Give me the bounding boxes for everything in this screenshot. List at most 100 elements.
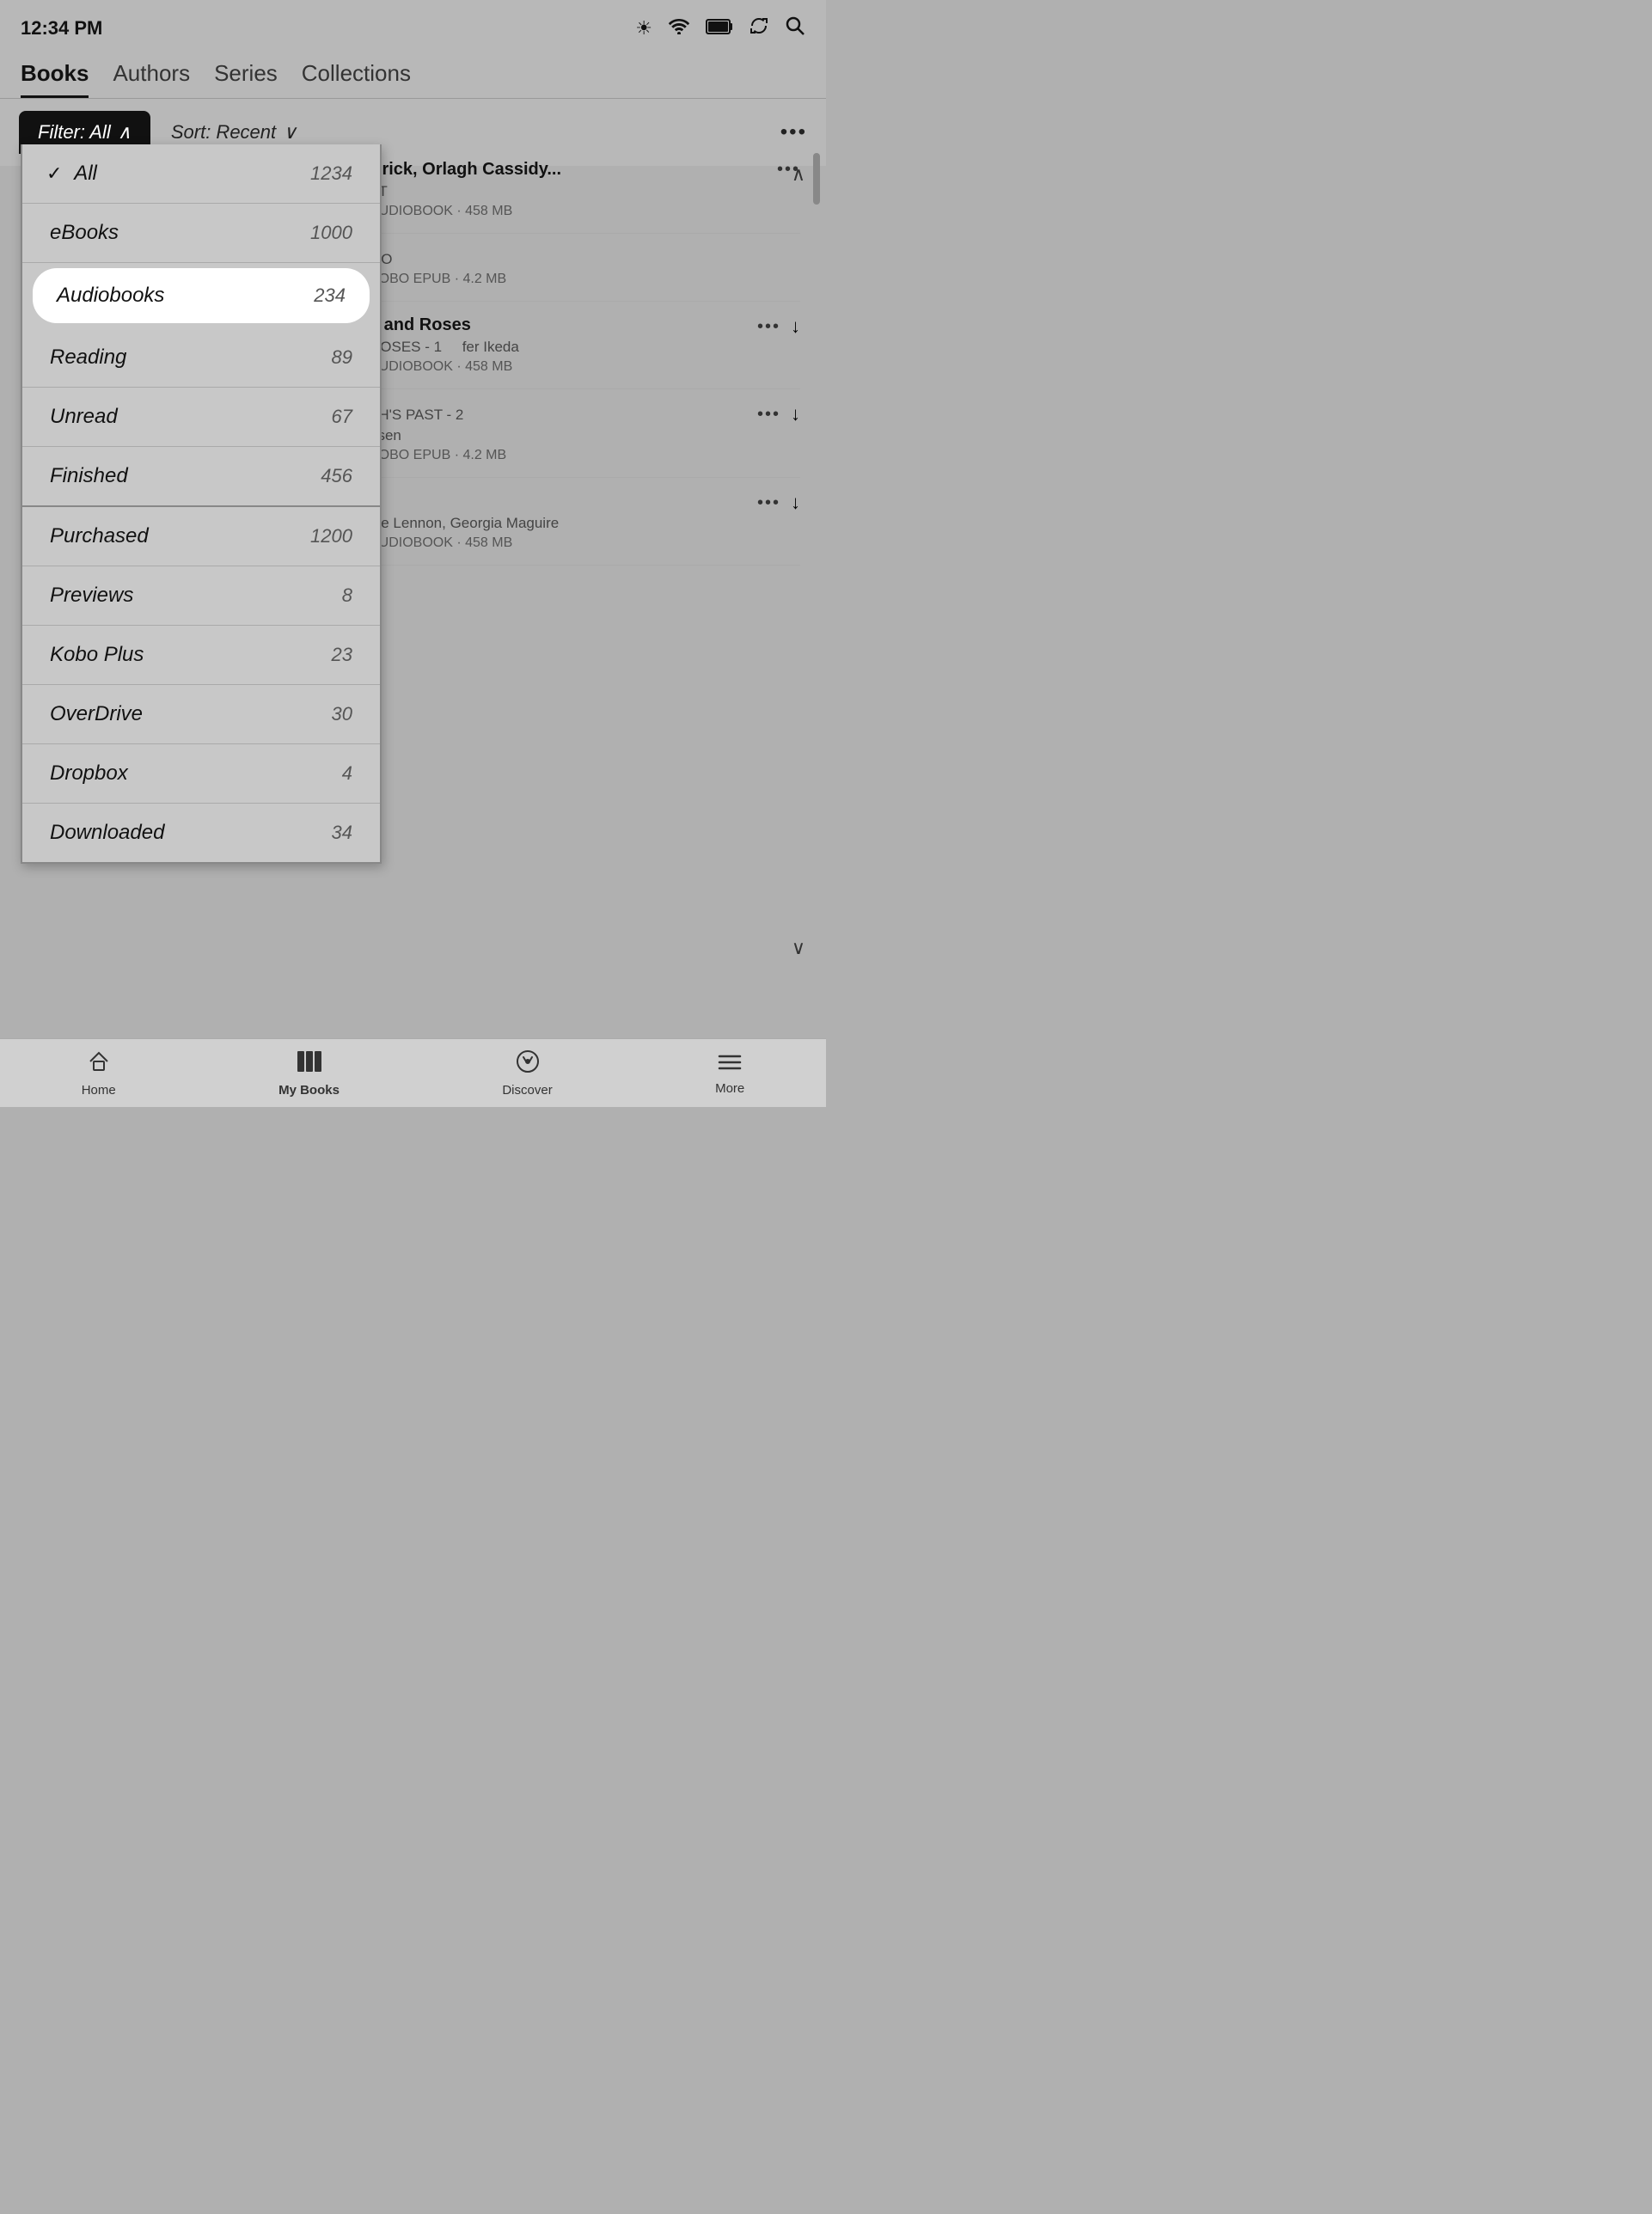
book-row-4: TH'S PAST - 2 nsen KOBO EPUB · 4.2 MB ••… — [370, 389, 800, 478]
filter-option-dropbox-count: 4 — [342, 762, 352, 785]
book-title-partial-5: r — [370, 492, 559, 511]
filter-option-overdrive-count: 30 — [332, 703, 352, 725]
filter-option-purchased-label: Purchased — [50, 524, 149, 548]
status-time: 12:34 PM — [21, 17, 102, 40]
brightness-icon: ☀ — [635, 17, 652, 40]
filter-label: Filter: All — [38, 121, 111, 144]
book-row-1: Brick, Orlagh Cassidy... FT AUDIOBOOK · … — [370, 146, 800, 234]
book-meta-5: ine Lennon, Georgia Maguire — [370, 515, 559, 532]
book-row-2: GO KOBO EPUB · 4.2 MB — [370, 234, 800, 302]
book-meta-3: ROSES - 1 fer Ikeda — [370, 339, 519, 356]
filter-option-koboplus[interactable]: Kobo Plus 23 — [22, 626, 380, 685]
search-icon[interactable] — [785, 15, 805, 41]
book-type-2: KOBO EPUB · 4.2 MB — [370, 272, 506, 287]
filter-option-finished-label: Finished — [50, 464, 128, 488]
book-options-3[interactable]: ••• — [757, 317, 780, 337]
filter-option-audiobooks[interactable]: Audiobooks 234 — [33, 268, 370, 323]
nav-item-home[interactable]: Home — [82, 1049, 116, 1098]
book-info-3: s and Roses ROSES - 1 fer Ikeda AUDIOBOO… — [370, 315, 519, 375]
sort-button[interactable]: Sort: Recent ∨ — [171, 121, 297, 144]
filter-option-reading[interactable]: Reading 89 — [22, 328, 380, 388]
book-info-2: GO KOBO EPUB · 4.2 MB — [370, 248, 506, 287]
filter-caret-icon: ∧ — [118, 121, 132, 144]
filter-option-overdrive-label: OverDrive — [50, 702, 143, 726]
download-icon-4[interactable]: ↓ — [791, 403, 800, 425]
download-icon-3[interactable]: ↓ — [791, 315, 800, 338]
nav-item-more[interactable]: More — [715, 1050, 744, 1096]
filter-option-unread-label: Unread — [50, 405, 118, 429]
book-meta-4a: TH'S PAST - 2 — [370, 407, 506, 424]
book-row-3: s and Roses ROSES - 1 fer Ikeda AUDIOBOO… — [370, 302, 800, 389]
book-type-3: AUDIOBOOK · 458 MB — [370, 359, 519, 375]
filter-option-downloaded-label: Downloaded — [50, 821, 164, 845]
filter-option-koboplus-count: 23 — [332, 644, 352, 666]
book-title-partial-3: s and Roses — [370, 315, 519, 335]
filter-option-downloaded[interactable]: Downloaded 34 — [22, 804, 380, 862]
nav-tabs: Books Authors Series Collections — [0, 50, 826, 99]
book-options-4[interactable]: ••• — [757, 405, 780, 425]
book-type-5: AUDIOBOOK · 458 MB — [370, 535, 559, 551]
filter-option-downloaded-count: 34 — [332, 822, 352, 844]
filter-option-unread[interactable]: Unread 67 — [22, 388, 380, 447]
filter-option-overdrive[interactable]: OverDrive 30 — [22, 685, 380, 744]
nav-home-label: Home — [82, 1083, 116, 1098]
discover-icon — [516, 1049, 540, 1079]
filter-option-all-count: 1234 — [310, 162, 352, 185]
tab-books[interactable]: Books — [21, 60, 89, 98]
filter-option-unread-count: 67 — [332, 406, 352, 428]
book-title-partial-1: Brick, Orlagh Cassidy... — [370, 160, 561, 180]
bottom-nav: Home My Books Discover More — [0, 1038, 826, 1107]
filter-option-all[interactable]: ✓ All 1234 — [22, 144, 380, 204]
home-icon — [87, 1049, 111, 1079]
filter-option-all-label: All — [74, 162, 97, 185]
nav-mybooks-label: My Books — [278, 1083, 340, 1098]
filter-option-dropbox[interactable]: Dropbox 4 — [22, 744, 380, 804]
filter-option-previews[interactable]: Previews 8 — [22, 566, 380, 626]
book-row-5: r ine Lennon, Georgia Maguire AUDIOBOOK … — [370, 478, 800, 566]
more-icon — [718, 1050, 742, 1078]
status-icons: ☀ — [635, 15, 805, 41]
filter-option-purchased[interactable]: Purchased 1200 — [22, 507, 380, 566]
download-icon-5[interactable]: ↓ — [791, 492, 800, 514]
more-options-button[interactable]: ••• — [780, 120, 807, 144]
book-meta-4b: nsen — [370, 427, 506, 444]
scroll-up-chevron[interactable]: ∧ — [792, 163, 805, 186]
nav-item-discover[interactable]: Discover — [502, 1049, 552, 1098]
status-bar: 12:34 PM ☀ — [0, 0, 826, 50]
scrollbar-track[interactable] — [811, 144, 823, 1038]
tab-collections[interactable]: Collections — [302, 60, 411, 98]
book-meta-2: GO — [370, 251, 506, 268]
filter-option-purchased-count: 1200 — [310, 525, 352, 547]
book-type-1: AUDIOBOOK · 458 MB — [370, 204, 561, 219]
filter-option-finished-count: 456 — [321, 465, 352, 487]
scroll-down-chevron[interactable]: ∨ — [792, 937, 805, 959]
filter-option-ebooks[interactable]: eBooks 1000 — [22, 204, 380, 263]
wifi-icon — [668, 17, 690, 40]
book-options-5[interactable]: ••• — [757, 493, 780, 513]
mybooks-icon — [296, 1049, 323, 1079]
filter-option-ebooks-label: eBooks — [50, 221, 119, 245]
bg-book-list: Brick, Orlagh Cassidy... FT AUDIOBOOK · … — [370, 146, 800, 566]
filter-option-previews-label: Previews — [50, 584, 133, 608]
filter-option-dropbox-label: Dropbox — [50, 761, 128, 786]
filter-option-audiobooks-label: Audiobooks — [57, 284, 164, 308]
filter-option-reading-label: Reading — [50, 346, 126, 370]
sort-caret-icon: ∨ — [283, 121, 297, 144]
checkmark-icon: ✓ — [46, 162, 62, 184]
book-info-4: TH'S PAST - 2 nsen KOBO EPUB · 4.2 MB — [370, 403, 506, 463]
nav-discover-label: Discover — [502, 1083, 552, 1098]
nav-more-label: More — [715, 1081, 744, 1096]
book-info-5: r ine Lennon, Georgia Maguire AUDIOBOOK … — [370, 492, 559, 551]
tab-series[interactable]: Series — [214, 60, 278, 98]
filter-option-previews-count: 8 — [342, 584, 352, 607]
filter-option-finished[interactable]: Finished 456 — [22, 447, 380, 507]
scrollbar-thumb[interactable] — [813, 153, 820, 205]
tab-authors[interactable]: Authors — [113, 60, 190, 98]
filter-option-reading-count: 89 — [332, 346, 352, 369]
battery-icon — [706, 17, 733, 40]
filter-option-audiobooks-count: 234 — [314, 284, 346, 307]
nav-item-mybooks[interactable]: My Books — [278, 1049, 340, 1098]
filter-option-koboplus-label: Kobo Plus — [50, 643, 144, 667]
filter-dropdown: ✓ All 1234 eBooks 1000 Audiobooks 234 Re… — [21, 144, 382, 864]
filter-option-ebooks-count: 1000 — [310, 222, 352, 244]
